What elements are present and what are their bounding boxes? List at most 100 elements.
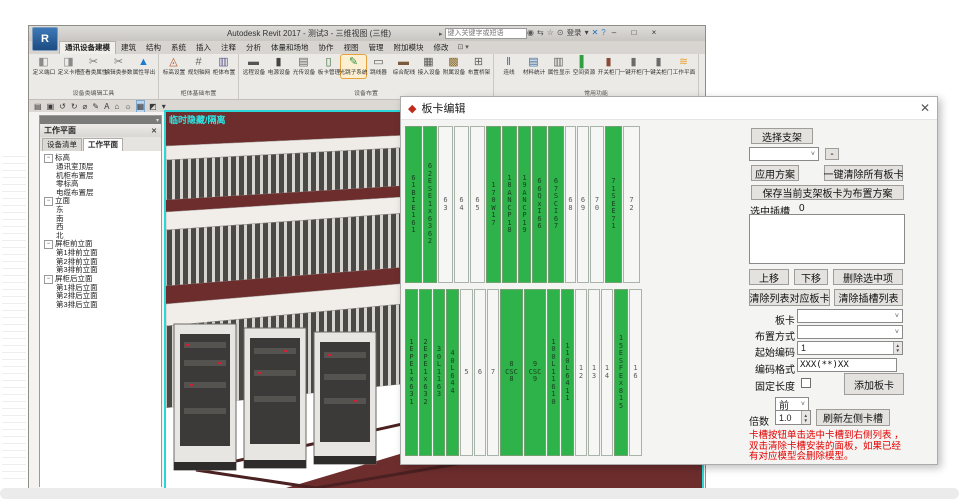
tree-expander-icon[interactable]: −	[44, 275, 53, 284]
user-icon[interactable]: ⊙	[557, 28, 564, 38]
ribbon-tab[interactable]: 通讯设备建模	[59, 41, 116, 54]
redo-icon[interactable]: ↻	[71, 101, 78, 112]
slot-bar[interactable]: 68	[565, 126, 576, 283]
power-device-button[interactable]: ▮电源设备	[266, 55, 291, 78]
sign-in-link[interactable]: 登录	[567, 28, 582, 38]
slot-bar[interactable]: 5	[460, 289, 473, 456]
close-button[interactable]: ×	[647, 27, 661, 38]
select-rack-button[interactable]: 选择支架	[751, 128, 813, 144]
work-plane-button[interactable]: ≋工作平面	[671, 55, 696, 78]
slot-bar[interactable]: 7	[487, 289, 499, 456]
tree-expander-icon[interactable]: −	[44, 240, 53, 249]
level-settings-button[interactable]: ◬标高设置	[161, 55, 186, 78]
slot-bar[interactable]: 13	[588, 289, 600, 456]
move-up-button[interactable]: 上移	[749, 269, 789, 285]
ribbon-tab[interactable]: 管理	[364, 42, 389, 54]
tree-expander-icon[interactable]: −	[44, 154, 53, 163]
ribbon-tab[interactable]: 建筑	[116, 42, 141, 54]
card-combobox[interactable]: ˅	[797, 309, 903, 323]
save-scheme-button[interactable]: 保存当前支架板卡为布置方案	[751, 185, 904, 200]
slot-bar[interactable]: 14	[601, 289, 613, 456]
slot-bar[interactable]: 6	[474, 289, 486, 456]
slot-bar[interactable]: 19ANCP19	[518, 126, 531, 283]
fiber-jump-subsystem-button[interactable]: ✎光跳子系统	[341, 55, 366, 78]
measure-icon[interactable]: ⌀	[83, 101, 88, 112]
exchange-icon[interactable]: ✕	[592, 28, 599, 38]
favorites-icon[interactable]: ☆	[547, 28, 554, 38]
slot-bar[interactable]: 72	[623, 126, 640, 283]
clear-list-cards-button[interactable]: 清除列表对应板卡	[749, 289, 830, 306]
help-icon[interactable]: ?	[601, 28, 605, 38]
ribbon-tab[interactable]: 体量和场地	[266, 42, 314, 54]
toggle-cabinet-door-button[interactable]: ▮开关柜门	[596, 55, 621, 78]
slot-bar[interactable]: 65	[470, 126, 485, 283]
multiple-spinner[interactable]: 1.0 ▲▼	[775, 410, 811, 425]
thin-lines-icon[interactable]: ▦	[137, 101, 145, 112]
minimize-button[interactable]: –	[607, 27, 621, 38]
define-port-button[interactable]: ◧定义端口	[31, 55, 56, 78]
slot-bar[interactable]: 12	[575, 289, 587, 456]
save-icon[interactable]: ▣	[47, 101, 55, 112]
slot-bar[interactable]: 1EPE1x631	[405, 289, 418, 456]
open-all-doors-button[interactable]: ▮一键开柜门	[621, 55, 646, 78]
text-icon[interactable]: A	[104, 101, 109, 112]
board-manage-button[interactable]: ▯板卡管理	[316, 55, 341, 78]
delete-selected-button[interactable]: 删除选中项	[833, 269, 903, 285]
undo-icon[interactable]: ↺	[59, 101, 66, 112]
clear-all-cards-button[interactable]: 一键清除所有板卡	[824, 165, 903, 181]
slot-bar[interactable]: 66QxI66	[532, 126, 547, 283]
props-display-button[interactable]: ▥属性显示	[546, 55, 571, 78]
slot-bar[interactable]: 63	[438, 126, 453, 283]
slot-bar[interactable]: 64	[454, 126, 469, 283]
slot-bar[interactable]: 15ESFEx815	[614, 289, 628, 456]
revit-app-button[interactable]: R	[32, 27, 58, 51]
chevron-down-icon[interactable]: ▾	[585, 28, 589, 38]
move-down-button[interactable]: 下移	[794, 269, 828, 285]
dialog-close-icon[interactable]: ✕	[920, 101, 930, 115]
code-format-field[interactable]	[797, 358, 897, 372]
slot-bar[interactable]: 110L6411	[561, 289, 574, 456]
ribbon-tab[interactable]: 结构	[141, 42, 166, 54]
add-card-button[interactable]: 添加板卡	[844, 373, 904, 395]
cabinet-layout-button[interactable]: ▥柜体布置	[211, 55, 236, 78]
ribbon-tab[interactable]: 分析	[241, 42, 266, 54]
layout-mode-combobox[interactable]: ˅	[797, 325, 903, 339]
position-combobox[interactable]: 前˅	[775, 397, 809, 411]
spin-down-icon[interactable]: ▼	[802, 418, 810, 423]
slot-bar[interactable]: 71SEE71	[605, 126, 622, 283]
tabs-overflow-icon[interactable]: ⊡ ▾	[454, 42, 473, 54]
maximize-button[interactable]: □	[627, 27, 641, 38]
tree-item[interactable]: 第3排后立面	[40, 301, 161, 310]
optical-device-button[interactable]: ▤光传设备	[291, 55, 316, 78]
remote-device-button[interactable]: ▬远程设备	[241, 55, 266, 78]
access-device-button[interactable]: ▦接入设备	[416, 55, 441, 78]
define-slot-button[interactable]: ◨定义卡槽	[56, 55, 81, 78]
slot-bar[interactable]: 69	[577, 126, 589, 283]
slot-bar[interactable]: 30L1163	[433, 289, 445, 456]
slot-bar[interactable]: 61BIE161	[405, 126, 422, 283]
view-class-props-button[interactable]: ✂查看类属性	[81, 55, 106, 78]
search-icon[interactable]: ◉	[527, 28, 534, 38]
apply-scheme-button[interactable]: 应用方案	[751, 165, 799, 181]
slot-bar[interactable]: 67SCI67	[548, 126, 564, 283]
render-icon[interactable]: ◩	[149, 101, 157, 112]
pen-icon[interactable]: ✎	[92, 101, 99, 112]
start-code-spinner[interactable]: 1 ▲▼	[797, 341, 903, 355]
slot-bar[interactable]: 40L644	[446, 289, 459, 456]
jumper-button[interactable]: ▭跳线器	[366, 55, 391, 78]
ribbon-tab[interactable]: 修改	[429, 42, 454, 54]
slot-bar[interactable]: 62ESE1x6362	[423, 126, 437, 283]
ribbon-tab[interactable]: 附加模块	[389, 42, 429, 54]
ribbon-tab[interactable]: 注释	[216, 42, 241, 54]
material-stats-button[interactable]: ▤材料统计	[521, 55, 546, 78]
connect-line-button[interactable]: ‖连线	[496, 55, 521, 78]
home-view-icon[interactable]: ⌂	[114, 101, 119, 112]
slot-bar[interactable]: 100L11610	[547, 289, 560, 456]
space-resource-button[interactable]: ▌空间资源	[571, 55, 596, 78]
scheme-combobox[interactable]: ˅	[749, 147, 819, 161]
slot-bar[interactable]: 70	[590, 126, 604, 283]
sun-icon[interactable]: ☼	[124, 101, 131, 112]
slot-bar[interactable]: 18ANCP18	[502, 126, 517, 283]
search-input[interactable]	[445, 28, 527, 39]
refresh-left-slots-button[interactable]: 刷新左侧卡槽	[816, 409, 890, 426]
